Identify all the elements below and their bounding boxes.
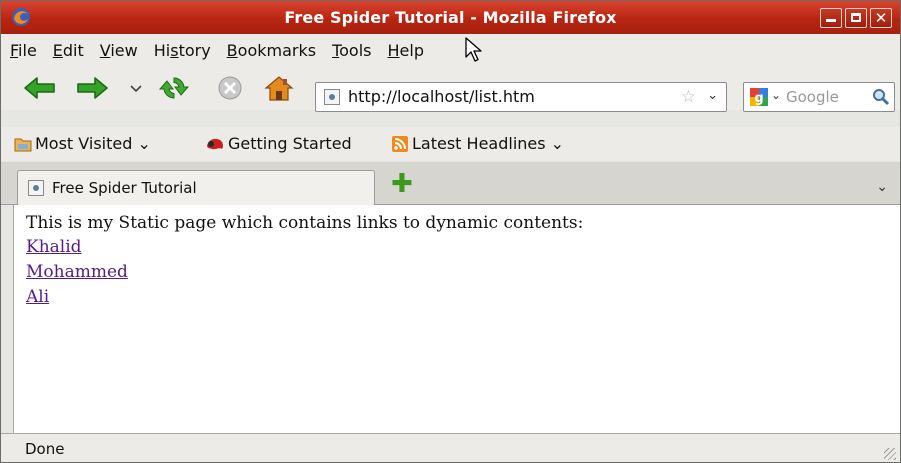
menu-bookmarks-label: ookmarks [237,40,317,60]
close-button[interactable]: ✕ [870,8,892,28]
bookmarks-toolbar: Most Visited ⌄ Getting Started Latest He… [1,127,900,161]
bookmark-most-visited-label: Most Visited [35,134,133,153]
sidebar-gutter [1,205,14,433]
bookmark-getting-started-label: Getting Started [228,134,352,153]
menu-history[interactable]: History [154,41,211,60]
mouse-cursor-icon [465,37,482,62]
menu-bookmarks-mnemonic: B [226,40,238,60]
link-mohammed[interactable]: Mohammed [26,260,128,285]
bookmark-most-visited[interactable]: Most Visited ⌄ [14,127,151,161]
menu-bar: File Edit View History Bookmarks Tools H… [1,34,900,66]
browser-window: Free Spider Tutorial - Mozilla Firefox ✕… [0,0,901,463]
status-bar: Done [1,433,900,462]
history-dropdown-icon[interactable] [128,74,144,102]
tab-label: Free Spider Tutorial [52,179,197,197]
menu-tools-label: ools [339,40,372,60]
menu-help-label: elp [399,40,424,60]
stop-icon[interactable] [215,74,245,102]
forward-arrow-icon[interactable] [75,74,109,102]
list-all-tabs-chevron-icon[interactable]: ⌄ [876,179,888,195]
menu-history-prefix: Hi [153,40,171,60]
home-icon[interactable] [263,74,295,102]
tab-strip: Free Spider Tutorial [1,162,900,205]
menu-file-mnemonic: F [10,40,19,60]
menu-view[interactable]: View [100,41,138,60]
chevron-down-icon: ⌄ [132,134,151,153]
status-text: Done [25,440,65,458]
maximize-button[interactable] [845,8,867,28]
folder-icon [14,138,32,152]
url-text[interactable]: http://localhost/list.htm [348,83,535,111]
search-input[interactable]: Google [786,83,872,111]
link-khalid[interactable]: Khalid [26,235,128,260]
minimize-button[interactable] [820,8,842,28]
minimize-icon [826,19,836,22]
page-intro-text: This is my Static page which contains li… [26,213,584,233]
menu-edit-label: dit [62,40,84,60]
close-icon: ✕ [874,9,888,27]
menu-view-mnemonic: V [99,40,111,60]
svg-text:g: g [754,91,763,106]
bookmark-latest-headlines[interactable]: Latest Headlines ⌄ [391,127,564,161]
bookmark-star-icon[interactable]: ☆ [681,87,696,107]
search-engine-dropdown-icon[interactable]: ⌄ [771,88,781,102]
reload-icon[interactable] [159,74,189,102]
back-arrow-icon[interactable] [23,74,57,102]
rss-feed-icon [392,136,408,152]
tab-free-spider-tutorial[interactable]: Free Spider Tutorial [17,170,375,205]
page-favicon-icon [28,180,44,196]
menu-view-label: iew [110,40,138,60]
link-list: Khalid Mohammed Ali [26,235,128,310]
link-ali[interactable]: Ali [26,285,128,310]
search-bar[interactable]: g ⌄ Google [743,82,895,112]
resize-grip-icon[interactable] [884,448,896,460]
page-content: This is my Static page which contains li… [14,205,900,433]
google-engine-icon[interactable]: g [750,88,768,106]
window-title: Free Spider Tutorial - Mozilla Firefox [284,8,617,27]
menu-file[interactable]: File [10,41,37,60]
menu-edit[interactable]: Edit [53,41,84,60]
page-site-icon[interactable] [324,89,340,105]
url-bar[interactable]: http://localhost/list.htm ☆ ⌄ [315,82,727,112]
menu-tools[interactable]: Tools [332,41,371,60]
firefox-bookmark-icon [207,138,224,150]
chevron-down-icon: ⌄ [545,134,565,153]
title-bar[interactable]: Free Spider Tutorial - Mozilla Firefox ✕ [1,1,900,34]
menu-file-label: ile [18,40,37,60]
maximize-icon [851,13,861,22]
menu-history-label: tory [178,40,211,60]
search-magnifier-icon[interactable] [872,88,890,106]
menu-help[interactable]: Help [388,41,424,60]
url-dropdown-icon[interactable]: ⌄ [707,88,718,103]
bookmark-latest-headlines-label: Latest Headlines [412,134,546,153]
menu-history-mnemonic: s [170,40,179,60]
menu-bookmarks[interactable]: Bookmarks [227,41,316,60]
new-tab-plus-icon[interactable]: ✚ [391,171,413,197]
menu-edit-mnemonic: E [52,40,63,60]
menu-help-mnemonic: H [387,40,400,60]
bookmark-getting-started[interactable]: Getting Started [205,127,352,161]
